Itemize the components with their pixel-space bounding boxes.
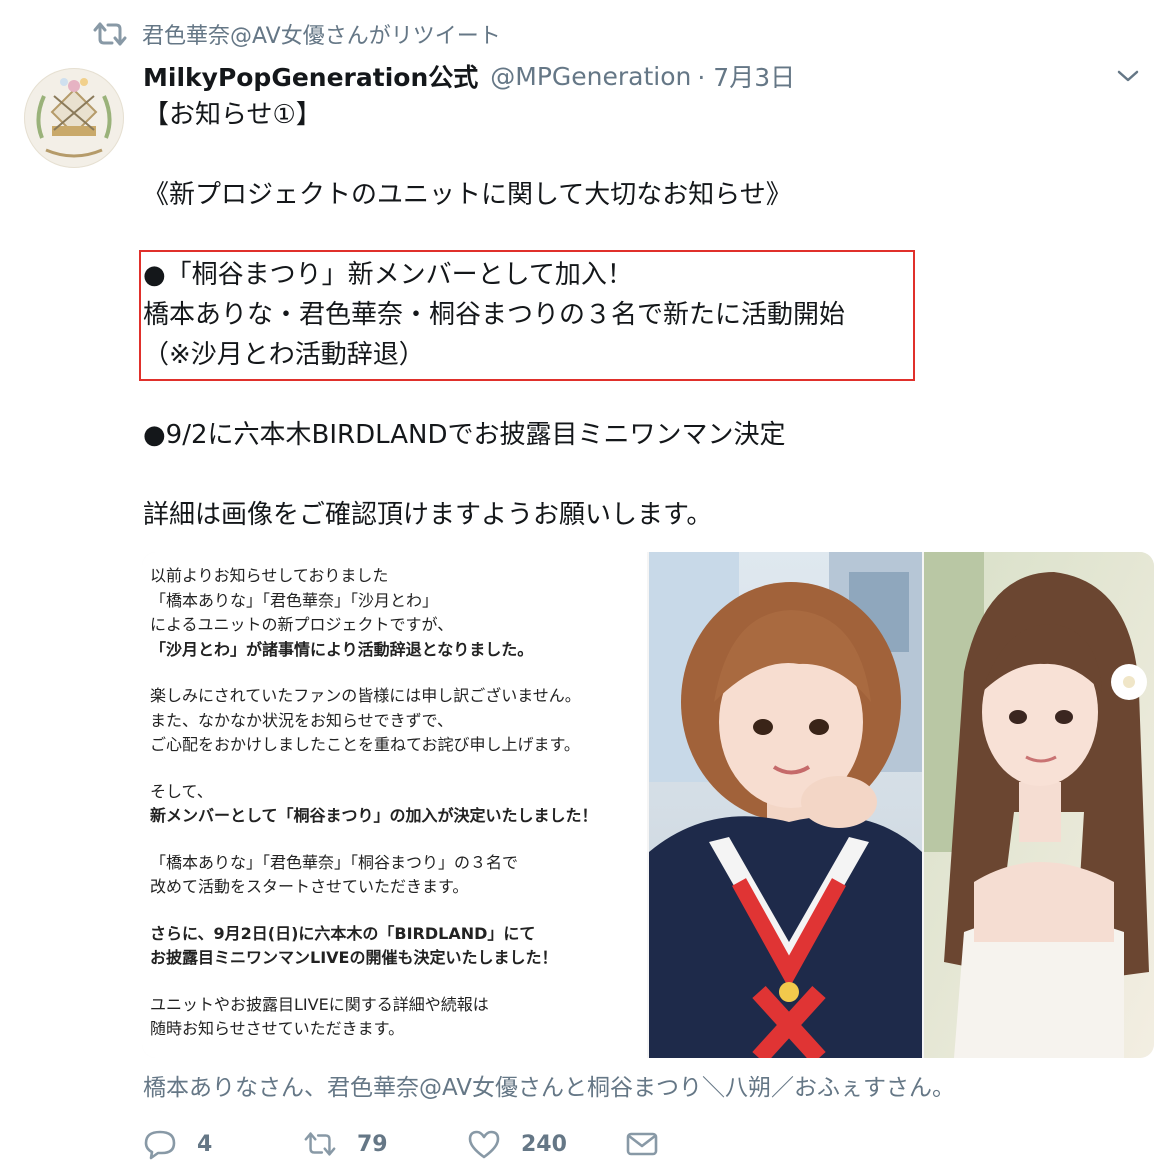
tagged-users[interactable]: 橋本ありなさん、君色華奈@AV女優さんと桐谷まつり＼八朔／おふぇすさん。 xyxy=(143,1068,955,1102)
notice-text: 以前よりお知らせしておりました 「橋本ありな」「君色華奈」「沙月とわ」 によるユ… xyxy=(150,564,640,1042)
author-handle[interactable]: @MPGeneration xyxy=(490,62,691,91)
highlight-box xyxy=(139,250,915,381)
retweet-count: 79 xyxy=(357,1131,388,1157)
notice-line: ユニットやお披露目LIVEに関する詳細や続報は xyxy=(150,994,489,1014)
notice-line: によるユニットの新プロジェクトですが、 xyxy=(150,615,454,634)
notice-line: 新メンバーとして「桐谷まつり」の加入が決定いたしました！ xyxy=(150,806,598,825)
member-photo-graphic xyxy=(924,552,1154,1058)
author-name[interactable]: MilkyPopGeneration公式 xyxy=(143,58,478,94)
retweet-text[interactable]: 君色華奈@AV女優さんがリツイート xyxy=(142,18,501,50)
member-photo[interactable] xyxy=(924,552,1154,1058)
tweet-line: 詳細は画像をご確認頂けますようお願いします。 xyxy=(143,500,713,530)
notice-line: 改めて活動をスタートさせていただきます。 xyxy=(150,877,469,896)
like-button[interactable]: 240 xyxy=(467,1128,625,1160)
notice-line: ご心配をおかけしましたことを重ねてお詫び申し上げます。 xyxy=(150,735,580,754)
notice-line: 「沙月とわ」が諸事情により活動辞退となりました。 xyxy=(150,639,534,659)
notice-line: 「橋本ありな」「君色華奈」「沙月とわ」 xyxy=(150,590,439,610)
reply-icon xyxy=(144,1130,176,1160)
tweet-line: 【お知らせ①】 xyxy=(143,100,322,130)
like-count: 240 xyxy=(521,1131,567,1157)
notice-line: お披露目ミニワンマンLIVEの開催も決定いたしました！ xyxy=(150,948,558,967)
tweet-header: MilkyPopGeneration公式 @MPGeneration · 7月3… xyxy=(143,56,1154,96)
notice-line: さらに、9月2日(日)に六本木の「BIRDLAND」にて xyxy=(150,923,536,943)
mpg-emblem-icon xyxy=(36,78,112,158)
direct-message-button[interactable] xyxy=(625,1128,659,1160)
tweet-line: ●9/2に六本木BIRDLANDでお披露目ミニワンマン決定 xyxy=(143,420,786,450)
avatar[interactable] xyxy=(24,68,124,168)
retweet-button[interactable]: 79 xyxy=(303,1128,467,1160)
reply-count: 4 xyxy=(197,1131,213,1157)
member-photo-graphic xyxy=(649,552,922,1058)
tweet-media[interactable]: 以前よりお知らせしておりました 「橋本ありな」「君色華奈」「沙月とわ」 によるユ… xyxy=(142,552,1154,1058)
notice-line: そして、 xyxy=(150,781,213,801)
retweet-context: 君色華奈@AV女優さんがリツイート xyxy=(92,16,501,52)
notice-line: 以前よりお知らせしておりました xyxy=(150,566,389,585)
notice-line: また、なかなか状況をお知らせできずで、 xyxy=(150,710,454,730)
tweet-actions: 4 79 240 xyxy=(143,1124,659,1164)
member-photo[interactable] xyxy=(649,552,922,1058)
tweet-line: 《新プロジェクトのユニットに関して大切なお知らせ》 xyxy=(143,180,792,210)
chevron-down-icon[interactable] xyxy=(1116,64,1140,88)
heart-icon xyxy=(468,1130,500,1159)
reply-button[interactable]: 4 xyxy=(143,1128,303,1160)
notice-line: 「橋本ありな」「君色華奈」「桐谷まつり」の３名で xyxy=(150,852,519,872)
envelope-icon xyxy=(626,1132,658,1156)
tweet-date[interactable]: · 7月3日 xyxy=(697,58,795,94)
retweet-icon xyxy=(93,22,127,46)
notice-image[interactable]: 以前よりお知らせしておりました 「橋本ありな」「君色華奈」「沙月とわ」 によるユ… xyxy=(142,552,647,1058)
notice-line: 楽しみにされていたファンの皆様には申し訳ございません。 xyxy=(150,686,581,705)
retweet-icon xyxy=(304,1132,336,1156)
notice-line: 随時お知らせさせていただきます。 xyxy=(150,1019,405,1038)
